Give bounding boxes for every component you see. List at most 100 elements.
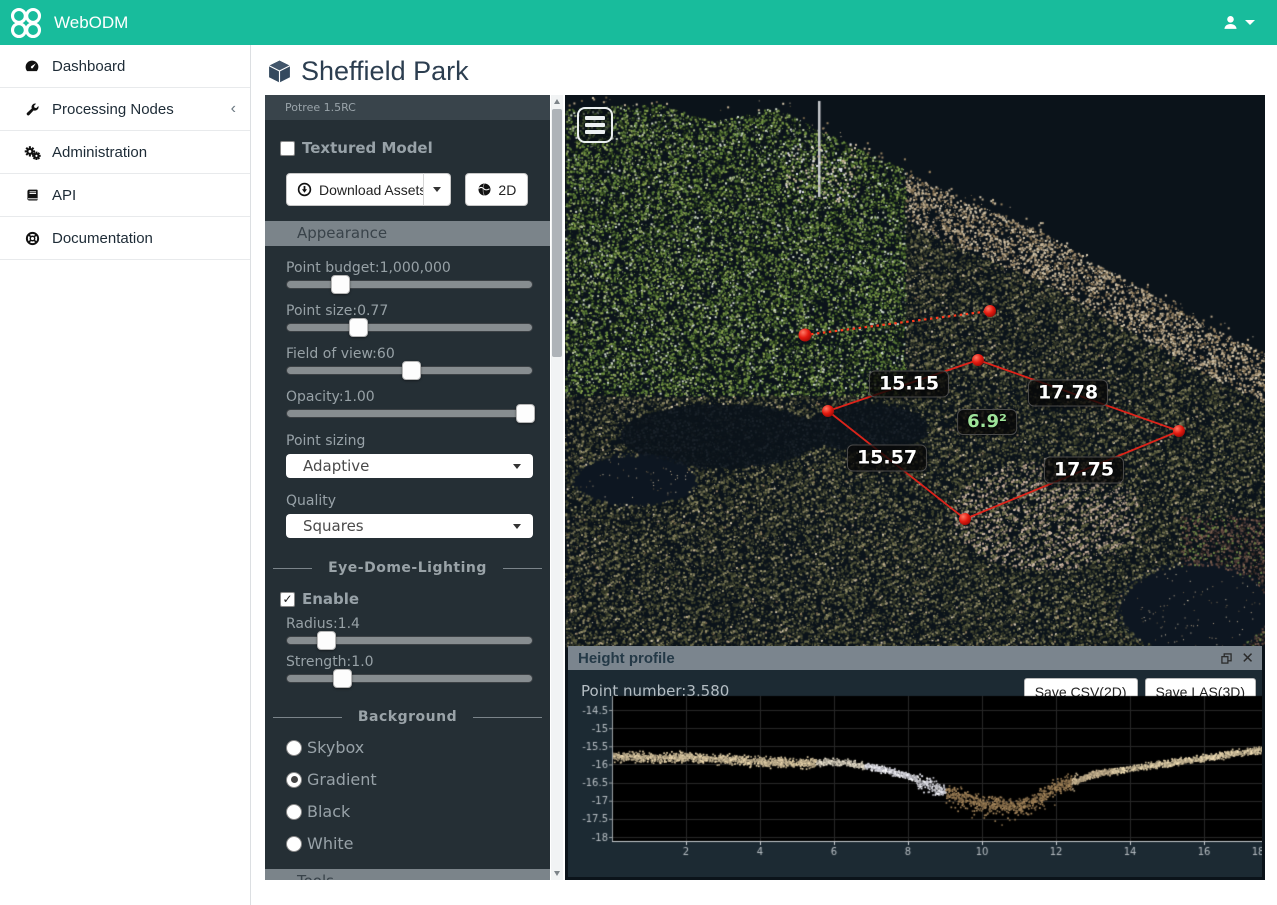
popout-icon[interactable] <box>1221 653 1232 664</box>
radio-label: Skybox <box>307 738 364 757</box>
brand-title[interactable]: WebODM <box>54 13 128 33</box>
radio-button[interactable] <box>286 740 302 756</box>
book-icon <box>20 188 44 203</box>
textured-model-row[interactable]: Textured Model <box>280 139 550 157</box>
radio-label: Gradient <box>307 770 377 789</box>
slider-label: Point budget: <box>286 260 380 276</box>
quality-dropdown[interactable]: Squares <box>286 514 533 538</box>
scroll-down-icon[interactable] <box>554 871 560 876</box>
sidebar-item-processing-nodes[interactable]: Processing Nodes ‹ <box>0 88 250 131</box>
top-navbar: WebODM <box>0 0 1277 45</box>
chevron-down-icon <box>513 524 521 529</box>
point-size-slider: Point size:0.77 <box>265 303 550 332</box>
panel-scrollbar[interactable] <box>551 95 563 880</box>
radio-button[interactable] <box>286 804 302 820</box>
slider-label: Strength: <box>286 654 351 670</box>
appearance-header: Appearance <box>265 221 550 246</box>
slider-label: Radius: <box>286 616 338 632</box>
fov-track[interactable] <box>286 366 533 375</box>
slider-value: 1.4 <box>338 616 360 632</box>
sidebar-item-documentation[interactable]: Documentation <box>0 217 250 260</box>
edl-radius-handle[interactable] <box>317 631 336 650</box>
point-sizing-label: Point sizing <box>286 433 550 449</box>
user-menu[interactable] <box>1222 0 1255 45</box>
height-profile-titlebar[interactable]: Height profile ✕ <box>568 646 1262 670</box>
sidebar-label: Processing Nodes <box>52 101 174 118</box>
textured-model-checkbox[interactable] <box>280 141 295 156</box>
page-title: Sheffield Park <box>267 56 469 87</box>
scroll-up-icon[interactable] <box>554 99 560 104</box>
radio-label: White <box>307 834 354 853</box>
sidebar-label: API <box>52 187 76 204</box>
download-icon <box>297 182 312 197</box>
background-options: Skybox Gradient Black White <box>265 738 550 853</box>
slider-value: 1,000,000 <box>380 260 451 276</box>
opacity-handle[interactable] <box>516 404 535 423</box>
caret-down-icon <box>1245 20 1255 25</box>
background-option-skybox[interactable]: Skybox <box>286 738 550 757</box>
point-size-handle[interactable] <box>349 318 368 337</box>
edl-strength-handle[interactable] <box>333 669 352 688</box>
viewer-menu-button[interactable] <box>577 107 613 143</box>
height-profile-panel: Height profile ✕ Point number:3,580 Save… <box>568 646 1262 877</box>
slider-value: 0.77 <box>357 303 388 319</box>
webodm-logo <box>8 5 44 41</box>
sidebar-label: Administration <box>52 144 147 161</box>
edge-length-label: 17.75 <box>1044 457 1124 484</box>
sidebar-item-api[interactable]: API <box>0 174 250 217</box>
textured-model-label: Textured Model <box>302 139 433 157</box>
edl-enable-label: Enable <box>302 590 359 608</box>
sidebar-item-dashboard[interactable]: Dashboard <box>0 45 250 88</box>
edl-radius-slider: Radius:1.4 <box>265 616 550 645</box>
user-icon <box>1222 14 1239 31</box>
potree-version: Potree 1.5RC <box>265 95 550 120</box>
background-section-header: Background <box>265 709 550 725</box>
point-budget-track[interactable] <box>286 280 533 289</box>
chevron-down-icon <box>513 464 521 469</box>
point-size-track[interactable] <box>286 323 533 332</box>
hamburger-icon <box>585 116 605 120</box>
height-profile-chart[interactable] <box>568 691 1262 877</box>
point-sizing-dropdown[interactable]: Adaptive <box>286 454 533 478</box>
edge-length-label: 15.57 <box>847 445 927 472</box>
slider-label: Field of view: <box>286 346 377 362</box>
potree-sidebar: Potree 1.5RC Textured Model Download Ass… <box>265 95 550 880</box>
sidebar-item-administration[interactable]: Administration <box>0 131 250 174</box>
close-icon[interactable]: ✕ <box>1241 649 1254 667</box>
slider-value: 1.00 <box>344 389 375 405</box>
radio-button[interactable] <box>286 772 302 788</box>
sidebar-label: Dashboard <box>52 58 125 75</box>
slider-label: Opacity: <box>286 389 344 405</box>
edl-strength-track[interactable] <box>286 674 533 683</box>
background-option-black[interactable]: Black <box>286 802 550 821</box>
fov-handle[interactable] <box>402 361 421 380</box>
main-sidebar: Dashboard Processing Nodes ‹ Administrat… <box>0 45 251 905</box>
mode-2d-label: 2D <box>498 182 516 198</box>
edl-radius-track[interactable] <box>286 636 533 645</box>
background-option-gradient[interactable]: Gradient <box>286 770 550 789</box>
edl-enable-checkbox[interactable]: ✓ <box>280 592 295 607</box>
dashboard-icon <box>20 58 44 74</box>
mode-2d-button[interactable]: 2D <box>465 173 528 206</box>
point-budget-handle[interactable] <box>331 275 350 294</box>
opacity-track[interactable] <box>286 409 533 418</box>
cube-icon <box>267 59 292 84</box>
quality-label: Quality <box>286 493 550 509</box>
tools-header: Tools <box>265 869 550 880</box>
edl-strength-slider: Strength:1.0 <box>265 654 550 683</box>
collapse-chevron-icon[interactable]: ‹ <box>231 100 236 118</box>
background-option-white[interactable]: White <box>286 834 550 853</box>
download-assets-button[interactable]: Download Assets <box>286 173 437 206</box>
download-options-caret[interactable] <box>423 173 451 206</box>
point-cloud-viewport[interactable]: 15.15 17.78 15.57 17.75 6.9² Height prof… <box>565 95 1265 880</box>
scrollbar-thumb[interactable] <box>552 109 562 357</box>
quality-value: Squares <box>303 517 364 535</box>
radio-button[interactable] <box>286 836 302 852</box>
point-sizing-value: Adaptive <box>303 457 369 475</box>
opacity-slider: Opacity:1.00 <box>265 389 550 418</box>
point-budget-slider: Point budget:1,000,000 <box>265 260 550 289</box>
fov-slider: Field of view:60 <box>265 346 550 375</box>
edl-enable-row[interactable]: ✓ Enable <box>280 590 550 608</box>
wrench-icon <box>20 102 44 117</box>
height-profile-title: Height profile <box>578 650 675 667</box>
